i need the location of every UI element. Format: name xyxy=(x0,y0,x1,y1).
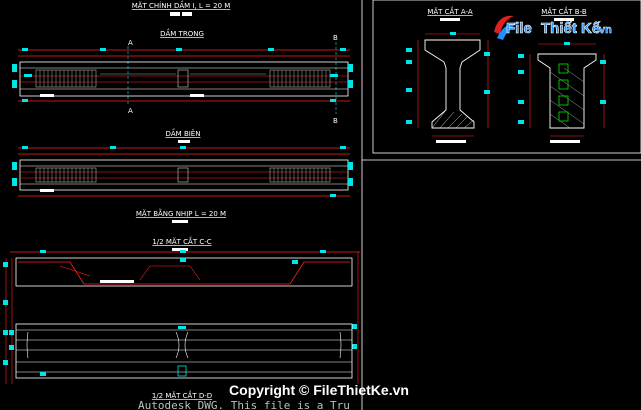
section-aa-title: MẶT CẮT A-A xyxy=(427,6,473,16)
edge-beam-title: DẦM BIÊN xyxy=(166,128,201,138)
section-bb-title: MẶT CẮT B-B xyxy=(541,6,587,16)
logo-thietke-text: Thiết Kế xyxy=(541,20,601,37)
watermark-logo: File Thiết Kế .vn xyxy=(494,15,612,40)
logo-file-text: File xyxy=(506,20,532,37)
section-marker-a-top: A xyxy=(128,39,133,47)
section-marker-a-bottom: A xyxy=(128,107,133,115)
half-section-cc-title: 1/2 MẶT CẮT C-C xyxy=(152,236,211,246)
logo-vn-text: .vn xyxy=(596,24,612,36)
section-marker-b-top: B xyxy=(333,34,338,42)
cad-notice-text: Autodesk DWG. This file is a Tru xyxy=(138,399,350,410)
copyright-text: Copyright © FileThietKe.vn xyxy=(229,382,409,398)
plan-view-title: MẶT BẰNG NHỊP L = 20 M xyxy=(136,208,226,218)
inner-beam-title: DẦM TRONG xyxy=(160,28,204,38)
cad-drawing-canvas: MẶT CHÍNH DẦM I, L = 20 M DẦM TRONG A B … xyxy=(0,0,641,410)
section-marker-b-bottom: B xyxy=(333,117,338,125)
main-elevation-title: MẶT CHÍNH DẦM I, L = 20 M xyxy=(132,0,231,10)
